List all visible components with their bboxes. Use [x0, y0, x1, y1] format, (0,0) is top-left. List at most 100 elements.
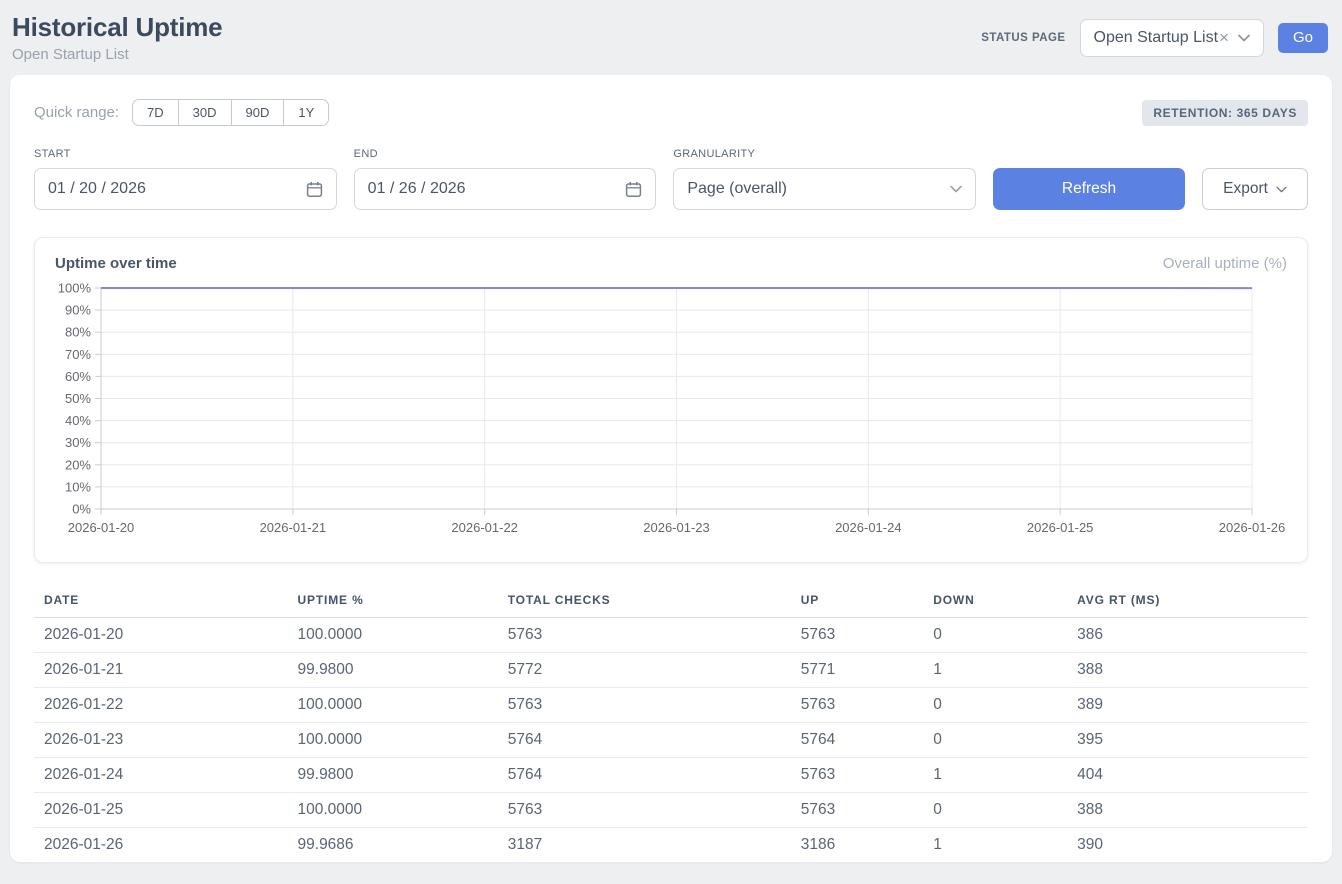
refresh-button[interactable]: Refresh	[993, 168, 1185, 210]
table-cell: 99.9800	[288, 758, 498, 793]
export-button-label: Export	[1223, 180, 1268, 198]
table-cell: 389	[1067, 688, 1308, 723]
calendar-icon[interactable]	[306, 181, 323, 198]
svg-text:60%: 60%	[65, 369, 91, 384]
granularity-selected-value: Page (overall)	[687, 180, 787, 198]
svg-text:50%: 50%	[65, 391, 91, 406]
table-cell: 0	[923, 688, 1067, 723]
title-block: Historical Uptime Open Startup List	[12, 12, 222, 63]
table-cell: 5763	[791, 688, 923, 723]
status-page-selected-value: Open Startup List	[1094, 29, 1219, 47]
calendar-icon[interactable]	[625, 181, 642, 198]
table-cell: 0	[923, 723, 1067, 758]
svg-text:10%: 10%	[65, 479, 91, 494]
table-cell: 388	[1067, 793, 1308, 828]
table-cell: 100.0000	[288, 688, 498, 723]
quick-range-button[interactable]: 90D	[231, 99, 285, 126]
chart-title: Uptime over time	[55, 255, 177, 272]
table-cell: 99.9800	[288, 653, 498, 688]
go-button[interactable]: Go	[1278, 23, 1328, 53]
chart-card: Uptime over time Overall uptime (%) 0% 10…	[34, 237, 1308, 563]
end-date-field: END 01 / 26 / 2026	[354, 148, 657, 210]
quick-range-group: 7D30D90D1Y	[132, 99, 329, 126]
column-header: UP	[791, 587, 923, 618]
svg-text:2026-01-26: 2026-01-26	[1219, 520, 1286, 535]
uptime-line-chart: 0%10%20%30%40%50%60%70%80%90%100%2026-01…	[55, 280, 1287, 544]
svg-text:2026-01-22: 2026-01-22	[451, 520, 517, 535]
table-cell: 5763	[791, 758, 923, 793]
table-row: 2026-01-25100.0000576357630388	[34, 793, 1308, 828]
main-panel: Quick range: 7D30D90D1Y RETENTION: 365 D…	[10, 75, 1332, 862]
start-date-field: START 01 / 20 / 2026	[34, 148, 337, 210]
svg-text:90%: 90%	[65, 303, 91, 318]
table-row: 2026-01-2499.9800576457631404	[34, 758, 1308, 793]
export-button[interactable]: Export	[1202, 168, 1308, 210]
table-cell: 5764	[498, 723, 791, 758]
table-cell: 5772	[498, 653, 791, 688]
table-cell: 404	[1067, 758, 1308, 793]
table-row: 2026-01-2699.9686318731861390	[34, 828, 1308, 863]
table-cell: 0	[923, 793, 1067, 828]
table-cell: 2026-01-20	[34, 618, 288, 653]
svg-text:2026-01-21: 2026-01-21	[260, 520, 327, 535]
table-cell: 99.9686	[288, 828, 498, 863]
start-date-input[interactable]: 01 / 20 / 2026	[34, 168, 337, 210]
column-header: UPTIME %	[288, 587, 498, 618]
table-cell: 5764	[791, 723, 923, 758]
table-cell: 395	[1067, 723, 1308, 758]
table-cell: 5763	[498, 618, 791, 653]
column-header: AVG RT (MS)	[1067, 587, 1308, 618]
svg-text:2026-01-23: 2026-01-23	[643, 520, 710, 535]
table-header-row: DATEUPTIME %TOTAL CHECKSUPDOWNAVG RT (MS…	[34, 587, 1308, 618]
chart-header: Uptime over time Overall uptime (%)	[55, 255, 1287, 272]
table-cell: 5764	[498, 758, 791, 793]
svg-text:2026-01-24: 2026-01-24	[835, 520, 902, 535]
table-cell: 100.0000	[288, 793, 498, 828]
table-cell: 1	[923, 828, 1067, 863]
end-date-input[interactable]: 01 / 26 / 2026	[354, 168, 657, 210]
svg-text:40%: 40%	[65, 413, 91, 428]
table-cell: 5763	[498, 688, 791, 723]
end-date-value: 01 / 26 / 2026	[368, 180, 466, 198]
svg-text:80%: 80%	[65, 325, 91, 340]
table-cell: 2026-01-23	[34, 723, 288, 758]
granularity-select[interactable]: Page (overall)	[673, 168, 976, 210]
quick-range-row: Quick range: 7D30D90D1Y RETENTION: 365 D…	[34, 99, 1308, 126]
svg-text:30%: 30%	[65, 435, 91, 450]
table-cell: 5763	[791, 618, 923, 653]
quick-range-button[interactable]: 1Y	[283, 99, 329, 126]
column-header: TOTAL CHECKS	[498, 587, 791, 618]
page-subtitle: Open Startup List	[12, 46, 222, 63]
column-header: DOWN	[923, 587, 1067, 618]
table-cell: 2026-01-21	[34, 653, 288, 688]
status-page-select[interactable]: Open Startup List ×	[1080, 19, 1264, 57]
uptime-table: DATEUPTIME %TOTAL CHECKSUPDOWNAVG RT (MS…	[34, 587, 1308, 863]
chevron-down-icon	[950, 185, 962, 193]
chevron-down-icon	[1238, 34, 1250, 42]
status-page-label: STATUS PAGE	[981, 32, 1065, 44]
svg-text:100%: 100%	[58, 281, 92, 296]
page-title: Historical Uptime	[12, 12, 222, 43]
table-cell: 100.0000	[288, 723, 498, 758]
quick-range-button[interactable]: 30D	[178, 99, 232, 126]
start-date-value: 01 / 20 / 2026	[48, 180, 146, 198]
filter-fields-row: START 01 / 20 / 2026 END 01 / 26 / 2026 …	[34, 148, 1308, 210]
table-row: 2026-01-22100.0000576357630389	[34, 688, 1308, 723]
header-controls: STATUS PAGE Open Startup List × Go	[981, 19, 1328, 57]
svg-text:2026-01-25: 2026-01-25	[1027, 520, 1094, 535]
table-cell: 100.0000	[288, 618, 498, 653]
table-cell: 2026-01-26	[34, 828, 288, 863]
table-cell: 2026-01-25	[34, 793, 288, 828]
header: Historical Uptime Open Startup List STAT…	[0, 0, 1342, 75]
clear-icon[interactable]: ×	[1219, 28, 1229, 48]
table-cell: 2026-01-22	[34, 688, 288, 723]
table-cell: 5763	[791, 793, 923, 828]
table-cell: 390	[1067, 828, 1308, 863]
granularity-label: GRANULARITY	[673, 148, 976, 160]
quick-range-button[interactable]: 7D	[132, 99, 179, 126]
table-row: 2026-01-20100.0000576357630386	[34, 618, 1308, 653]
table-cell: 0	[923, 618, 1067, 653]
svg-text:0%: 0%	[72, 502, 91, 517]
table-cell: 5763	[498, 793, 791, 828]
uptime-table-body: 2026-01-20100.00005763576303862026-01-21…	[34, 618, 1308, 863]
